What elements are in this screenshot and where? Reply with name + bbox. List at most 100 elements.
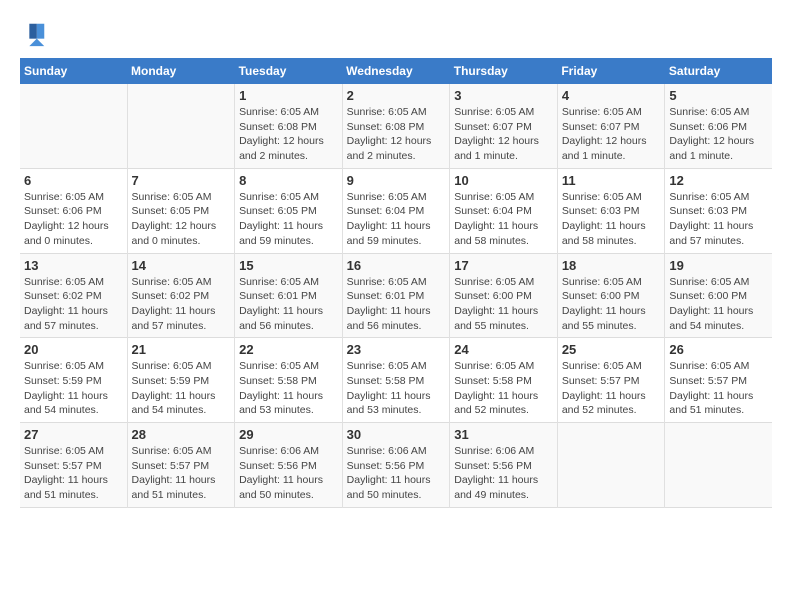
calendar-cell: 27 Sunrise: 6:05 AM Sunset: 5:57 PM Dayli… [20, 423, 127, 508]
calendar-cell: 25 Sunrise: 6:05 AM Sunset: 5:57 PM Dayli… [557, 338, 665, 423]
calendar-cell: 21 Sunrise: 6:05 AM Sunset: 5:59 PM Dayli… [127, 338, 235, 423]
day-info: Sunrise: 6:05 AM Sunset: 6:07 PM Dayligh… [454, 105, 553, 164]
calendar-cell: 15Sunrise: 6:05 AM Sunset: 6:01 PM Dayli… [235, 253, 343, 338]
day-number: 9 [347, 173, 446, 188]
day-number: 13 [24, 258, 123, 273]
day-info: Sunrise: 6:05 AM Sunset: 6:02 PM Dayligh… [24, 275, 123, 334]
calendar-cell: 17 Sunrise: 6:05 AM Sunset: 6:00 PM Dayli… [450, 253, 558, 338]
day-info: Sunrise: 6:05 AM Sunset: 6:06 PM Dayligh… [669, 105, 768, 164]
day-info: Sunrise: 6:05 AM Sunset: 6:03 PM Dayligh… [669, 190, 768, 249]
calendar-cell: 22 Sunrise: 6:05 AM Sunset: 5:58 PM Dayli… [235, 338, 343, 423]
day-info: Sunrise: 6:06 AM Sunset: 5:56 PM Dayligh… [347, 444, 446, 503]
day-number: 27 [24, 427, 123, 442]
day-info: Sunrise: 6:05 AM Sunset: 6:08 PM Dayligh… [347, 105, 446, 164]
day-number: 22 [239, 342, 338, 357]
day-number: 17 [454, 258, 553, 273]
calendar-week-row: 6 Sunrise: 6:05 AM Sunset: 6:06 PM Daylig… [20, 168, 772, 253]
day-number: 7 [132, 173, 231, 188]
day-info: Sunrise: 6:05 AM Sunset: 6:08 PM Dayligh… [239, 105, 338, 164]
day-number: 21 [132, 342, 231, 357]
weekday-header: Wednesday [342, 58, 450, 84]
day-info: Sunrise: 6:05 AM Sunset: 6:00 PM Dayligh… [669, 275, 768, 334]
calendar-cell: 18 Sunrise: 6:05 AM Sunset: 6:00 PM Dayli… [557, 253, 665, 338]
calendar-cell: 6 Sunrise: 6:05 AM Sunset: 6:06 PM Daylig… [20, 168, 127, 253]
day-info: Sunrise: 6:05 AM Sunset: 5:57 PM Dayligh… [562, 359, 661, 418]
calendar-header: SundayMondayTuesdayWednesdayThursdayFrid… [20, 58, 772, 84]
day-number: 19 [669, 258, 768, 273]
day-number: 29 [239, 427, 338, 442]
day-number: 25 [562, 342, 661, 357]
day-info: Sunrise: 6:05 AM Sunset: 6:05 PM Dayligh… [132, 190, 231, 249]
calendar-cell: 16 Sunrise: 6:05 AM Sunset: 6:01 PM Dayli… [342, 253, 450, 338]
day-info: Sunrise: 6:05 AM Sunset: 5:57 PM Dayligh… [132, 444, 231, 503]
calendar-cell [20, 84, 127, 168]
day-number: 4 [562, 88, 661, 103]
day-number: 26 [669, 342, 768, 357]
calendar-cell [127, 84, 235, 168]
calendar-cell: 5 Sunrise: 6:05 AM Sunset: 6:06 PM Daylig… [665, 84, 772, 168]
day-number: 14 [132, 258, 231, 273]
calendar-week-row: 20 Sunrise: 6:05 AM Sunset: 5:59 PM Dayli… [20, 338, 772, 423]
calendar-cell [665, 423, 772, 508]
calendar-week-row: 27 Sunrise: 6:05 AM Sunset: 5:57 PM Dayli… [20, 423, 772, 508]
day-number: 30 [347, 427, 446, 442]
day-info: Sunrise: 6:05 AM Sunset: 6:02 PM Dayligh… [132, 275, 231, 334]
weekday-header: Sunday [20, 58, 127, 84]
day-info: Sunrise: 6:05 AM Sunset: 5:58 PM Dayligh… [454, 359, 553, 418]
page-header [20, 20, 772, 48]
day-number: 12 [669, 173, 768, 188]
day-info: Sunrise: 6:05 AM Sunset: 6:04 PM Dayligh… [454, 190, 553, 249]
calendar-cell: 28 Sunrise: 6:05 AM Sunset: 5:57 PM Dayli… [127, 423, 235, 508]
day-info: Sunrise: 6:05 AM Sunset: 6:06 PM Dayligh… [24, 190, 123, 249]
day-number: 1 [239, 88, 338, 103]
day-info: Sunrise: 6:06 AM Sunset: 5:56 PM Dayligh… [239, 444, 338, 503]
day-number: 24 [454, 342, 553, 357]
calendar-cell: 9 Sunrise: 6:05 AM Sunset: 6:04 PM Daylig… [342, 168, 450, 253]
day-number: 18 [562, 258, 661, 273]
calendar-cell: 30 Sunrise: 6:06 AM Sunset: 5:56 PM Dayli… [342, 423, 450, 508]
calendar-cell: 29 Sunrise: 6:06 AM Sunset: 5:56 PM Dayli… [235, 423, 343, 508]
calendar-cell: 11Sunrise: 6:05 AM Sunset: 6:03 PM Dayli… [557, 168, 665, 253]
day-info: Sunrise: 6:05 AM Sunset: 6:04 PM Dayligh… [347, 190, 446, 249]
day-info: Sunrise: 6:05 AM Sunset: 5:59 PM Dayligh… [24, 359, 123, 418]
day-number: 11 [562, 173, 661, 188]
calendar-cell: 24 Sunrise: 6:05 AM Sunset: 5:58 PM Dayli… [450, 338, 558, 423]
calendar-cell [557, 423, 665, 508]
calendar-cell: 13 Sunrise: 6:05 AM Sunset: 6:02 PM Dayli… [20, 253, 127, 338]
day-info: Sunrise: 6:05 AM Sunset: 6:01 PM Dayligh… [239, 275, 338, 334]
calendar-cell: 1 Sunrise: 6:05 AM Sunset: 6:08 PM Daylig… [235, 84, 343, 168]
day-info: Sunrise: 6:05 AM Sunset: 6:05 PM Dayligh… [239, 190, 338, 249]
day-info: Sunrise: 6:05 AM Sunset: 6:07 PM Dayligh… [562, 105, 661, 164]
calendar-cell: 10Sunrise: 6:05 AM Sunset: 6:04 PM Dayli… [450, 168, 558, 253]
day-number: 31 [454, 427, 553, 442]
weekday-header: Tuesday [235, 58, 343, 84]
calendar-cell: 23Sunrise: 6:05 AM Sunset: 5:58 PM Dayli… [342, 338, 450, 423]
day-number: 20 [24, 342, 123, 357]
calendar-cell: 26 Sunrise: 6:05 AM Sunset: 5:57 PM Dayli… [665, 338, 772, 423]
calendar-cell: 14 Sunrise: 6:05 AM Sunset: 6:02 PM Dayli… [127, 253, 235, 338]
calendar-cell: 31 Sunrise: 6:06 AM Sunset: 5:56 PM Dayli… [450, 423, 558, 508]
day-info: Sunrise: 6:06 AM Sunset: 5:56 PM Dayligh… [454, 444, 553, 503]
day-info: Sunrise: 6:05 AM Sunset: 6:01 PM Dayligh… [347, 275, 446, 334]
calendar-cell: 3Sunrise: 6:05 AM Sunset: 6:07 PM Daylig… [450, 84, 558, 168]
weekday-header: Thursday [450, 58, 558, 84]
day-info: Sunrise: 6:05 AM Sunset: 6:00 PM Dayligh… [454, 275, 553, 334]
logo-icon [20, 20, 48, 48]
day-number: 8 [239, 173, 338, 188]
calendar-cell: 4 Sunrise: 6:05 AM Sunset: 6:07 PM Daylig… [557, 84, 665, 168]
day-info: Sunrise: 6:05 AM Sunset: 5:58 PM Dayligh… [347, 359, 446, 418]
day-info: Sunrise: 6:05 AM Sunset: 5:58 PM Dayligh… [239, 359, 338, 418]
day-info: Sunrise: 6:05 AM Sunset: 6:00 PM Dayligh… [562, 275, 661, 334]
day-info: Sunrise: 6:05 AM Sunset: 5:57 PM Dayligh… [24, 444, 123, 503]
day-info: Sunrise: 6:05 AM Sunset: 5:57 PM Dayligh… [669, 359, 768, 418]
day-number: 5 [669, 88, 768, 103]
calendar-cell: 12 Sunrise: 6:05 AM Sunset: 6:03 PM Dayli… [665, 168, 772, 253]
calendar-cell: 19 Sunrise: 6:05 AM Sunset: 6:00 PM Dayli… [665, 253, 772, 338]
day-number: 28 [132, 427, 231, 442]
day-number: 6 [24, 173, 123, 188]
calendar-cell: 2Sunrise: 6:05 AM Sunset: 6:08 PM Daylig… [342, 84, 450, 168]
calendar-table: SundayMondayTuesdayWednesdayThursdayFrid… [20, 58, 772, 508]
day-number: 16 [347, 258, 446, 273]
day-info: Sunrise: 6:05 AM Sunset: 5:59 PM Dayligh… [132, 359, 231, 418]
logo [20, 20, 52, 48]
